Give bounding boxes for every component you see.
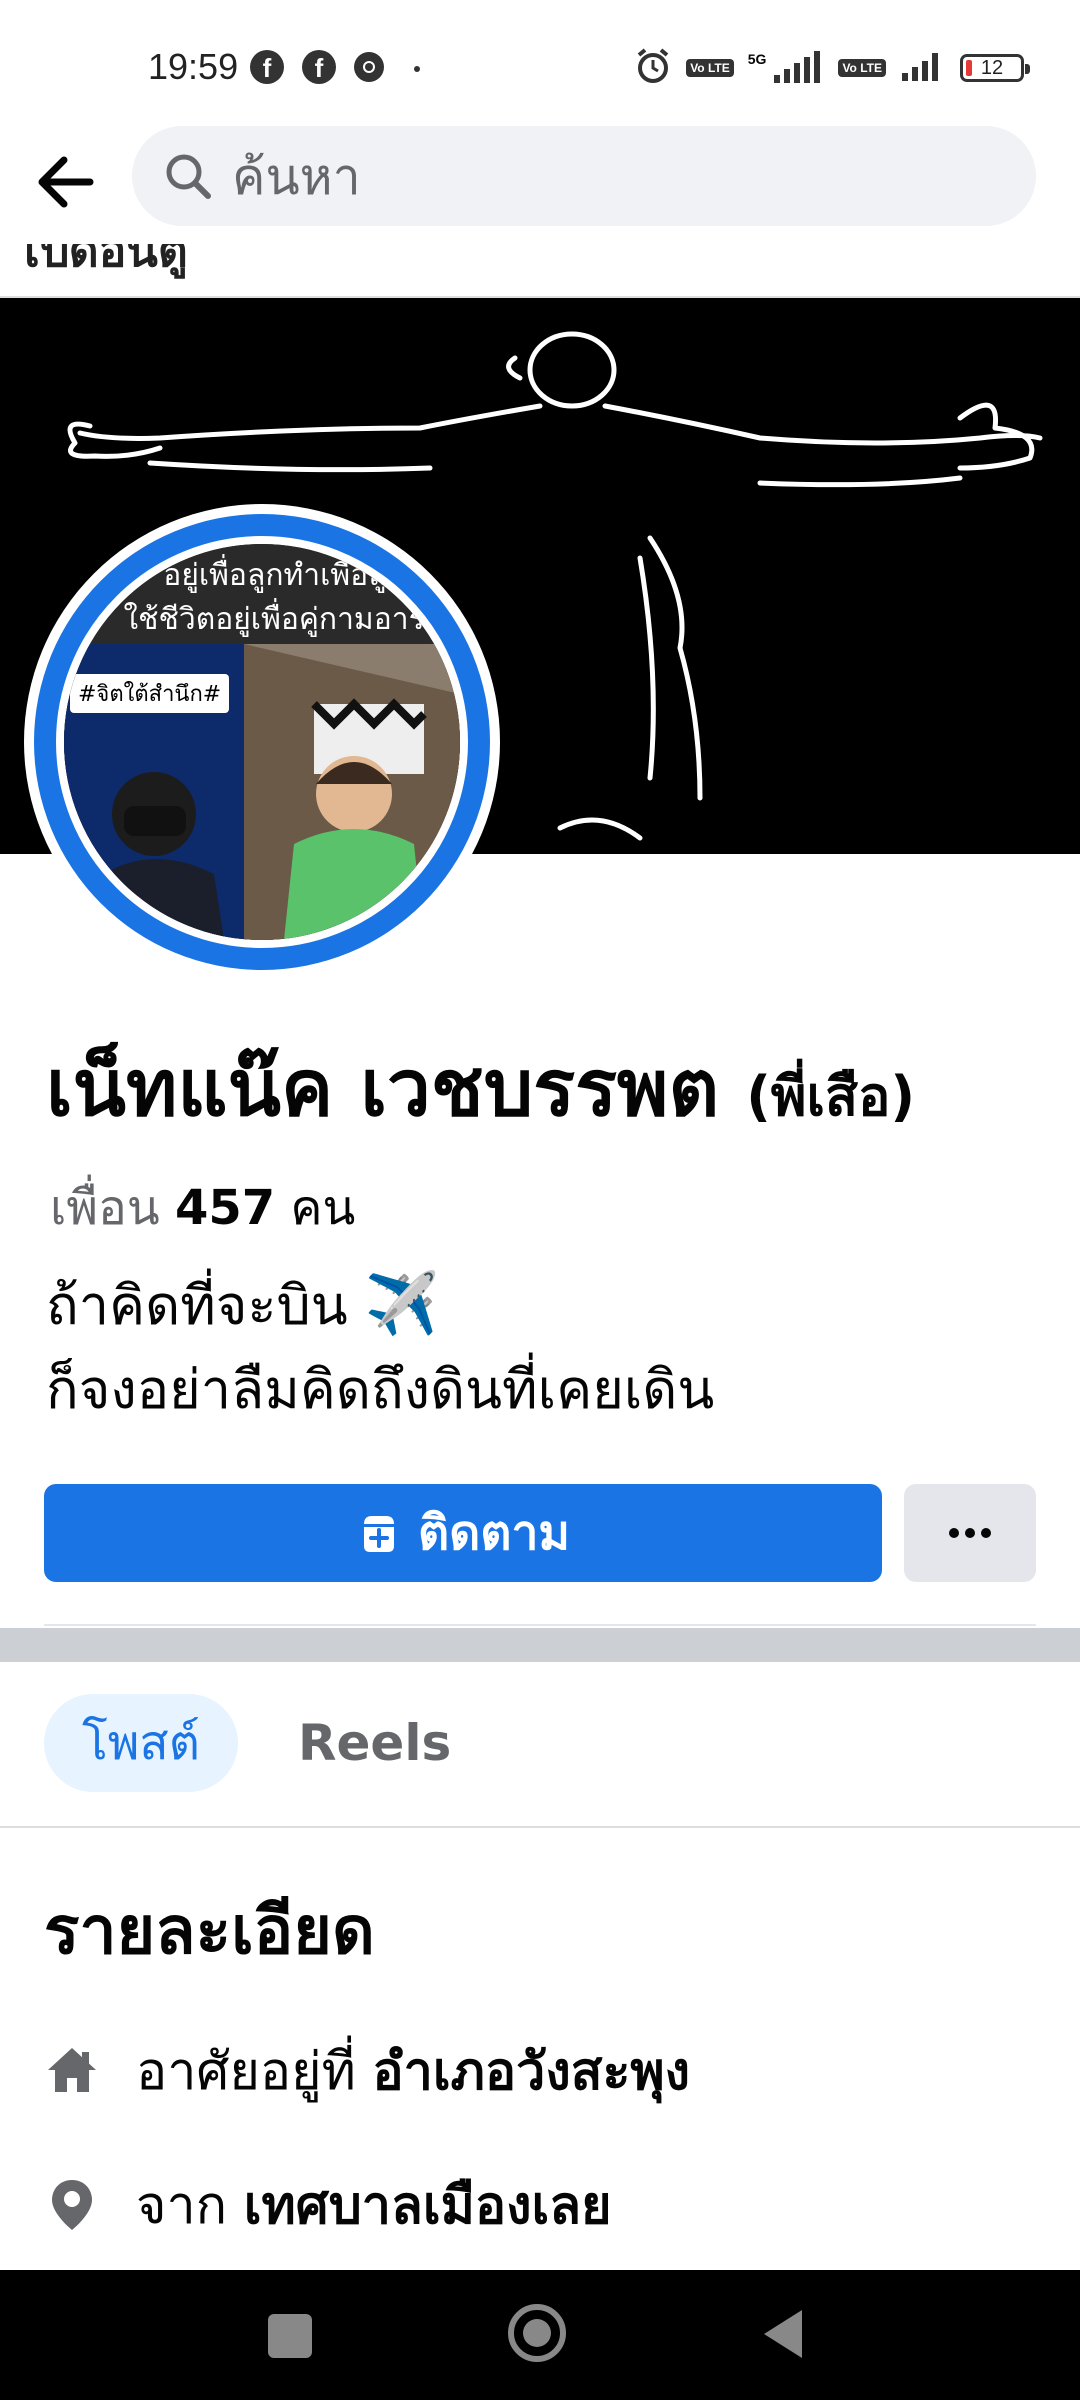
search-icon bbox=[166, 154, 211, 199]
follow-label: ติดตาม bbox=[417, 1505, 571, 1561]
volte-badge-2: Vo LTE bbox=[838, 59, 886, 77]
avatar-caption: อยู่เพื่อลูกทำเพื่อลูก ใช้ชีวิตอยู่เพื่อ… bbox=[123, 558, 445, 637]
battery-level: 12 bbox=[980, 56, 1004, 79]
status-indicators: Vo LTE 5G Vo LTE 12 bbox=[634, 46, 1030, 90]
signal-icon: 5G bbox=[748, 51, 825, 85]
section-divider bbox=[0, 1628, 1080, 1662]
detail-row-from: จาก เทศบาลเมืองเลย bbox=[44, 2164, 612, 2244]
bio-line-2: ก็จงอย่าลืมคิดถึงดินที่เคยเดิน bbox=[46, 1358, 715, 1421]
notification-dot bbox=[414, 66, 420, 72]
follow-icon bbox=[363, 1516, 394, 1552]
profile-avatar[interactable]: อยู่เพื่อลูกทำเพื่อลูก ใช้ชีวิตอยู่เพื่อ… bbox=[24, 504, 500, 980]
facebook-icon: f bbox=[250, 50, 284, 84]
signal-icon-2 bbox=[900, 49, 946, 87]
detail-prefix: จาก bbox=[136, 2175, 228, 2236]
home-button[interactable] bbox=[508, 2304, 566, 2362]
search-input[interactable] bbox=[230, 126, 994, 228]
profile-tabs: โพสต์ Reels bbox=[0, 1662, 1080, 1828]
battery-icon: 12 bbox=[960, 54, 1030, 82]
home-icon bbox=[48, 2048, 96, 2092]
detail-value[interactable]: เทศบาลเมืองเลย bbox=[244, 2176, 612, 2236]
avatar-image: อยู่เพื่อลูกทำเพื่อลูก ใช้ชีวิตอยู่เพื่อ… bbox=[56, 536, 468, 948]
more-icon bbox=[949, 1528, 991, 1538]
back-button[interactable] bbox=[30, 146, 102, 218]
search-box[interactable] bbox=[132, 126, 1036, 228]
volte-badge: Vo LTE bbox=[686, 59, 734, 77]
detail-prefix: อาศัยอยู่ที่ bbox=[136, 2041, 356, 2102]
friends-count[interactable]: เพื่อน 457 คน bbox=[50, 1170, 355, 1246]
chrome-icon bbox=[352, 50, 386, 88]
profile-nickname: (พี่เสือ) bbox=[746, 1065, 916, 1128]
follow-button[interactable]: ติดตาม bbox=[44, 1484, 882, 1582]
avatar-tag: #จิตใต้สำนึก# bbox=[70, 674, 230, 713]
alarm-icon bbox=[634, 47, 672, 89]
location-pin-icon bbox=[52, 2180, 92, 2230]
peek-text: เปิดอันตู bbox=[24, 244, 188, 277]
status-bar: 19:59 f f Vo LTE 5G Vo LTE 12 bbox=[0, 0, 1080, 120]
system-nav-bar bbox=[0, 2270, 1080, 2400]
bio-line-1: ถ้าคิดที่จะบิน bbox=[46, 1274, 348, 1337]
tab-posts[interactable]: โพสต์ bbox=[44, 1694, 238, 1792]
status-time: 19:59 bbox=[148, 46, 239, 87]
facebook-icon: f bbox=[302, 50, 336, 84]
more-options-button[interactable] bbox=[904, 1484, 1036, 1582]
collapsed-header-peek: เปิดอันตู bbox=[0, 244, 1080, 298]
system-back-button[interactable] bbox=[764, 2310, 802, 2358]
story-ring: อยู่เพื่อลูกทำเพื่อลูก ใช้ชีวิตอยู่เพื่อ… bbox=[34, 514, 490, 970]
profile-name: เน็ทแน๊ค เวชบรรพต (พี่เสือ) bbox=[46, 1026, 915, 1150]
tab-reels[interactable]: Reels bbox=[298, 1694, 451, 1792]
profile-name-text: เน็ทแน๊ค เวชบรรพต bbox=[46, 1044, 720, 1134]
detail-row-lives-in: อาศัยอยู่ที่ อำเภอวังสะพุง bbox=[44, 2030, 690, 2110]
top-bar bbox=[0, 120, 1080, 246]
friends-number: 457 bbox=[174, 1180, 276, 1236]
detail-value[interactable]: อำเภอวังสะพุง bbox=[372, 2042, 690, 2102]
airplane-icon: ✈️ bbox=[364, 1269, 440, 1339]
back-arrow-icon bbox=[38, 156, 94, 208]
recents-button[interactable] bbox=[268, 2314, 312, 2358]
details-title: รายละเอียด bbox=[44, 1892, 375, 1969]
friends-unit: คน bbox=[290, 1180, 356, 1236]
divider-line bbox=[44, 1624, 1036, 1626]
profile-bio: ถ้าคิดที่จะบิน ✈️ ก็จงอย่าลืมคิดถึงดินที… bbox=[46, 1262, 714, 1432]
